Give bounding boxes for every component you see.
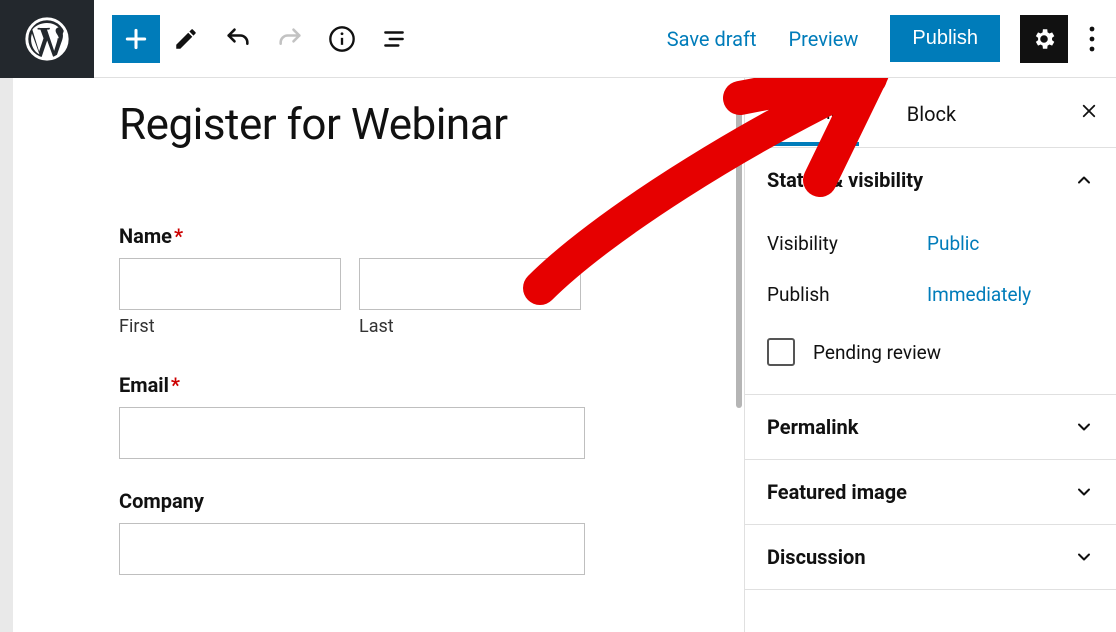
company-input[interactable] — [119, 523, 585, 575]
outline-button[interactable] — [368, 15, 420, 63]
publish-date-value[interactable]: Immediately — [927, 283, 1031, 306]
outline-icon — [381, 26, 407, 52]
panel-discussion[interactable]: Discussion — [745, 525, 1116, 589]
undo-icon — [224, 25, 252, 53]
save-draft-link[interactable]: Save draft — [667, 27, 757, 51]
settings-sidebar: Document Block Status & visibility Visib… — [744, 78, 1116, 632]
gear-icon — [1031, 26, 1057, 52]
chevron-up-icon — [1074, 170, 1094, 190]
company-label: Company — [119, 489, 585, 513]
last-name-input[interactable] — [359, 258, 581, 310]
name-label: Name* — [119, 224, 704, 248]
first-name-input[interactable] — [119, 258, 341, 310]
info-button[interactable] — [316, 15, 368, 63]
first-name-sublabel: First — [119, 316, 341, 337]
close-icon — [1080, 102, 1098, 120]
email-input[interactable] — [119, 407, 585, 459]
panel-permalink[interactable]: Permalink — [745, 395, 1116, 459]
info-icon — [328, 25, 356, 53]
editor-canvas: Register for Webinar Name* First Last Em… — [13, 78, 734, 632]
pending-review-label: Pending review — [813, 341, 941, 364]
visibility-label: Visibility — [767, 232, 927, 255]
plus-icon — [123, 26, 149, 52]
left-gutter — [0, 78, 13, 632]
publish-button[interactable]: Publish — [890, 15, 1000, 62]
settings-button[interactable] — [1020, 15, 1068, 63]
tab-document[interactable]: Document — [767, 80, 859, 146]
chevron-down-icon — [1074, 417, 1094, 437]
email-label: Email* — [119, 373, 585, 397]
pencil-icon — [173, 26, 199, 52]
last-name-sublabel: Last — [359, 316, 581, 337]
pending-review-checkbox[interactable] — [767, 338, 795, 366]
undo-button[interactable] — [212, 15, 264, 63]
add-block-button[interactable] — [112, 15, 160, 63]
chevron-down-icon — [1074, 547, 1094, 567]
publish-date-label: Publish — [767, 283, 927, 306]
chevron-down-icon — [1074, 482, 1094, 502]
visibility-value[interactable]: Public — [927, 232, 979, 255]
more-vertical-icon — [1089, 26, 1095, 52]
panel-featured-image[interactable]: Featured image — [745, 460, 1116, 524]
editor-toolbar: Save draft Preview Publish — [0, 0, 1116, 78]
preview-link[interactable]: Preview — [789, 27, 859, 51]
redo-icon — [276, 25, 304, 53]
panel-status-visibility[interactable]: Status & visibility — [745, 148, 1116, 212]
editor-scrollbar[interactable] — [734, 78, 744, 632]
wordpress-icon — [25, 17, 69, 61]
more-options-button[interactable] — [1074, 15, 1110, 63]
close-sidebar-button[interactable] — [1080, 101, 1098, 125]
edit-mode-button[interactable] — [160, 15, 212, 63]
redo-button — [264, 15, 316, 63]
wordpress-logo[interactable] — [0, 0, 94, 78]
page-title[interactable]: Register for Webinar — [119, 98, 704, 150]
tab-block[interactable]: Block — [907, 82, 956, 144]
